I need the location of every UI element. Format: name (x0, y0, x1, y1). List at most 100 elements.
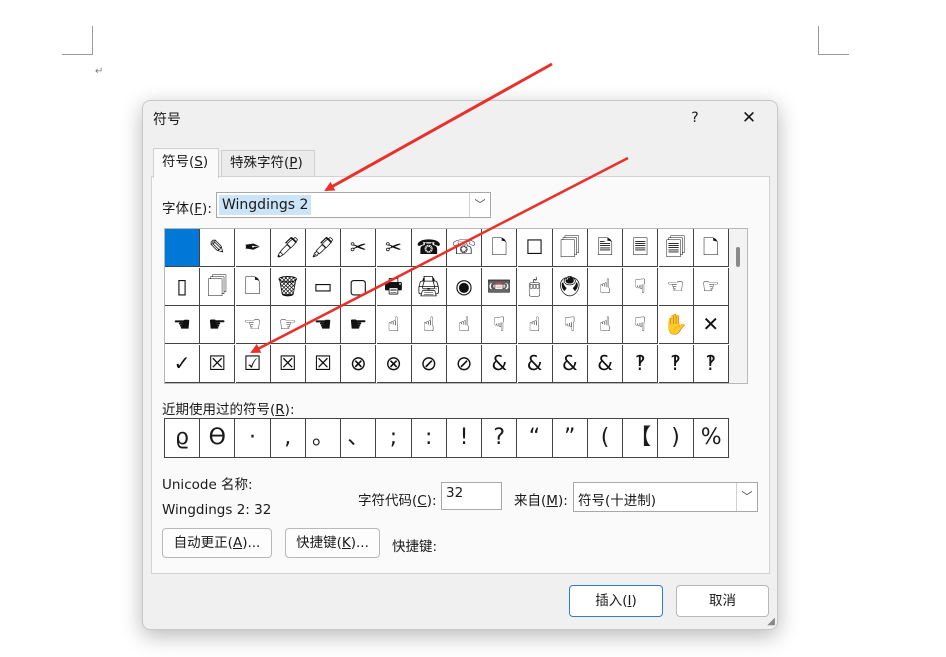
font-dropdown[interactable]: Wingdings 2 ﹀ (216, 192, 491, 218)
recent-symbol-cell[interactable]: ? (482, 419, 518, 457)
symbol-cell[interactable]: ✓ (165, 344, 200, 383)
symbol-cell[interactable]: 🗐 (658, 229, 694, 267)
shortcut-key-ellipsis: )... (350, 535, 369, 551)
symbol-cell[interactable]: & (517, 344, 553, 383)
symbol-cell[interactable]: ☐ (517, 229, 553, 267)
recent-symbol-cell[interactable]: ϴ (200, 419, 236, 457)
symbol-cell[interactable]: ☜ (235, 306, 271, 344)
symbol-cell[interactable]: 🗎 (588, 229, 623, 267)
symbol-cell[interactable]: ✋ (658, 306, 694, 344)
symbol-cell[interactable]: ⊘ (447, 344, 482, 383)
shortcut-key-button[interactable]: 快捷键(K)... (285, 528, 380, 558)
symbol-cell[interactable]: ‽ (623, 344, 659, 383)
symbol-cell[interactable]: & (552, 344, 588, 383)
symbols-panel: 字体(F): Wingdings 2 ﹀ ✎ ✒ 🖊 🖋 ✂ ✂ ☎ ☏ 🗋 ☐ 🗍 🗎 🗏 🗐 🗋 ▯ 🗍 🗋 🗑… (151, 176, 770, 574)
symbol-cell[interactable]: ⊗ (376, 344, 412, 383)
symbol-cell[interactable]: ☜ (658, 267, 694, 306)
scrollbar-thumb[interactable] (736, 247, 740, 267)
symbol-cell[interactable]: ✕ (693, 306, 729, 344)
symbol-cell[interactable]: ⊘ (411, 344, 447, 383)
symbol-cell[interactable]: ✒ (235, 229, 271, 267)
symbol-cell[interactable]: 🗍 (552, 229, 588, 267)
symbol-cell[interactable]: ☟ (552, 306, 588, 344)
recent-symbol-cell[interactable]: % (694, 419, 729, 457)
resize-grip-icon[interactable]: ◢ (767, 616, 775, 627)
symbol-cell[interactable]: 🗋 (482, 229, 518, 267)
symbol-cell[interactable]: ☟ (623, 306, 659, 344)
symbol-cell[interactable] (165, 229, 200, 267)
symbol-cell[interactable]: ☟ (482, 306, 518, 344)
recent-symbol-cell[interactable]: 。 (306, 419, 341, 457)
symbol-cell[interactable]: 🗋 (693, 229, 729, 267)
symbol-cell[interactable]: ☝ (517, 306, 553, 344)
symbol-cell[interactable]: ☎ (411, 229, 447, 267)
symbol-cell[interactable]: 🖱 (517, 267, 553, 306)
symbol-cell[interactable]: ☒ (270, 344, 306, 383)
grid-scrollbar[interactable] (729, 229, 747, 383)
symbol-cell[interactable]: ☒ (200, 344, 236, 383)
from-dropdown[interactable]: 符号(十进制) ﹀ (573, 482, 758, 512)
tab-special-characters[interactable]: 特殊字符(P) (221, 150, 315, 176)
recent-symbol-cell[interactable]: : (412, 419, 447, 457)
symbol-cell[interactable]: ☞ (693, 267, 729, 306)
symbol-cell[interactable]: ⊗ (341, 344, 377, 383)
symbol-cell[interactable]: 🖶 (376, 267, 412, 306)
symbol-cell[interactable]: ☚ (306, 306, 341, 344)
symbol-cell[interactable]: 🖋 (306, 229, 341, 267)
symbol-cell[interactable]: ☚ (165, 306, 200, 344)
symbol-cell[interactable]: ▢ (341, 267, 377, 306)
symbol-cell[interactable]: 🖨 (411, 267, 447, 306)
symbol-cell[interactable]: ☝ (411, 306, 447, 344)
symbol-cell[interactable]: ☑ (235, 344, 271, 383)
recent-symbol-cell[interactable]: 【 (623, 419, 659, 457)
symbol-grid: ✎ ✒ 🖊 🖋 ✂ ✂ ☎ ☏ 🗋 ☐ 🗍 🗎 🗏 🗐 🗋 ▯ 🗍 🗋 🗑 ▭ ▢ 🖶 🖨 ◉ 📼 🖱 🖲 ☝ ☟ ☜ ☞ ☚ ☛ ☜ ☞ ☚ ☛ ☝ ☝ ☝… (164, 228, 748, 384)
symbol-cell[interactable]: ✂ (341, 229, 377, 267)
symbol-cell[interactable]: ☛ (341, 306, 377, 344)
symbol-cell[interactable]: ☝ (588, 267, 623, 306)
insert-button[interactable]: 插入(I) (569, 585, 663, 617)
symbol-cell[interactable]: 🗏 (623, 229, 659, 267)
recent-symbol-cell[interactable]: 、 (341, 419, 377, 457)
symbol-cell[interactable]: ☞ (270, 306, 306, 344)
autocorrect-button[interactable]: 自动更正(A)... (162, 528, 272, 558)
symbol-cell[interactable]: ☝ (376, 306, 412, 344)
recent-symbol-cell[interactable]: ( (588, 419, 623, 457)
cancel-button[interactable]: 取消 (676, 585, 769, 617)
recent-symbol-cell[interactable]: ) (659, 419, 694, 457)
symbol-cell[interactable]: ☛ (200, 306, 236, 344)
symbol-cell[interactable]: ‽ (658, 344, 694, 383)
symbol-cell[interactable]: ◉ (447, 267, 482, 306)
symbol-cell[interactable]: 🗑 (270, 267, 306, 306)
chevron-down-icon[interactable]: ﹀ (469, 193, 490, 217)
symbol-cell[interactable]: ☟ (623, 267, 659, 306)
symbol-cell[interactable]: ▭ (306, 267, 341, 306)
symbol-cell[interactable]: & (588, 344, 623, 383)
chevron-down-icon[interactable]: ﹀ (736, 483, 757, 511)
recent-symbol-cell[interactable]: “ (518, 419, 553, 457)
char-code-input[interactable]: 32 (441, 482, 502, 510)
symbol-cell[interactable]: ✎ (200, 229, 236, 267)
symbol-cell[interactable]: ☏ (447, 229, 482, 267)
symbol-cell[interactable]: ☒ (306, 344, 341, 383)
tab-symbols[interactable]: 符号(S) (153, 148, 219, 178)
symbol-cell[interactable]: 🖊 (270, 229, 306, 267)
symbol-cell[interactable]: ▯ (165, 267, 200, 306)
symbol-cell[interactable]: & (482, 344, 518, 383)
recent-symbol-cell[interactable]: ; (377, 419, 412, 457)
symbol-cell[interactable]: 📼 (482, 267, 518, 306)
symbol-cell[interactable]: ✂ (376, 229, 412, 267)
help-button[interactable]: ? (683, 107, 707, 129)
close-button[interactable]: ✕ (737, 107, 761, 129)
symbol-cell[interactable]: 🗋 (235, 267, 271, 306)
symbol-cell[interactable]: 🗍 (200, 267, 236, 306)
symbol-cell[interactable]: ‽ (693, 344, 729, 383)
symbol-cell[interactable]: ☝ (588, 306, 623, 344)
recent-symbol-cell[interactable]: ! (447, 419, 482, 457)
recent-symbol-cell[interactable]: · (236, 419, 271, 457)
symbol-cell[interactable]: ☝ (447, 306, 482, 344)
tab-special-close: ) (297, 155, 303, 171)
recent-symbol-cell[interactable]: ” (553, 419, 588, 457)
recent-symbol-cell[interactable]: , (271, 419, 306, 457)
symbol-cell[interactable]: 🖲 (552, 267, 588, 306)
recent-symbol-cell[interactable]: ϱ (165, 419, 200, 457)
